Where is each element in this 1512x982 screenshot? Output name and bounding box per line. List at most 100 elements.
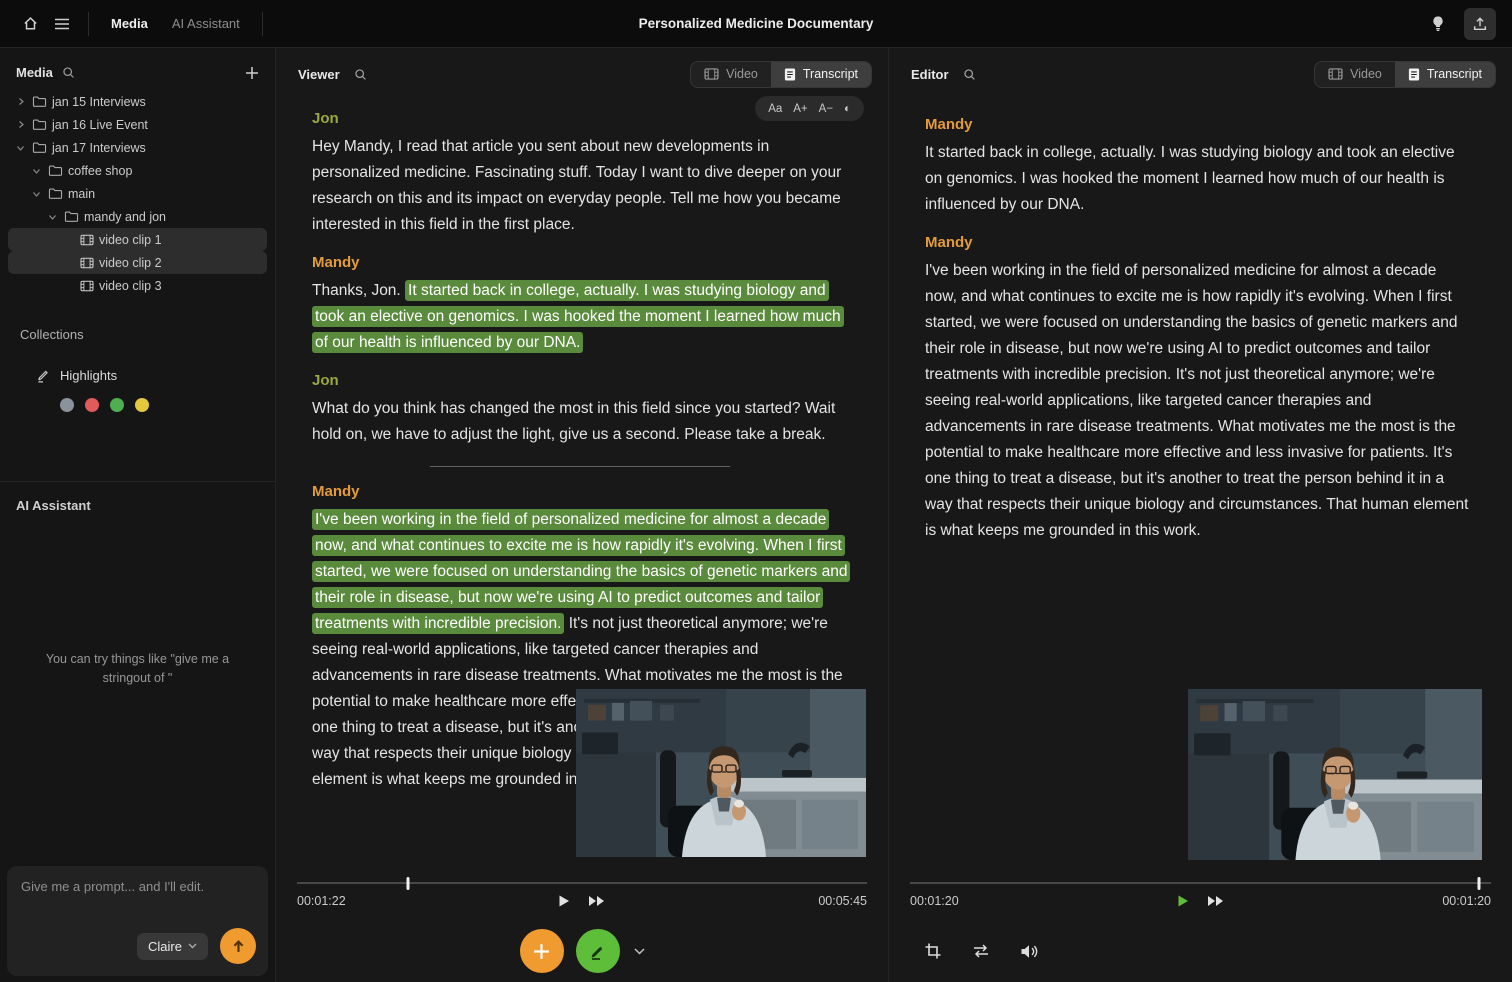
tab-media[interactable]: Media <box>99 10 160 37</box>
highlight-color-dot-0[interactable] <box>60 398 74 412</box>
tab-ai-assistant[interactable]: AI Assistant <box>160 10 252 37</box>
ai-assistant-section: AI Assistant You can try things like "gi… <box>0 481 275 982</box>
play-button[interactable] <box>1176 891 1189 911</box>
speaker-name: Mandy <box>312 483 848 500</box>
toggle-label: Video <box>726 67 758 81</box>
highlight-color-dot-3[interactable] <box>135 398 149 412</box>
chevron-down-icon[interactable] <box>30 167 43 175</box>
editor-playhead[interactable] <box>1478 877 1481 890</box>
editor-toggle-video[interactable]: Video <box>1315 62 1395 87</box>
video-clip-icon <box>80 257 94 269</box>
crop-icon[interactable] <box>921 942 945 960</box>
tree-item-mandy-and-jon[interactable]: mandy and jon <box>8 205 267 228</box>
add-media-button[interactable] <box>245 66 259 80</box>
highlight-button[interactable] <box>576 929 620 973</box>
toggle-label: Transcript <box>1427 67 1482 81</box>
highlight-options-chevron[interactable] <box>634 948 645 955</box>
viewer-toggle-transcript[interactable]: Transcript <box>771 62 871 87</box>
tree-item-label: video clip 1 <box>99 233 162 247</box>
prompt-card[interactable]: Give me a prompt... and I'll edit. Clair… <box>7 866 268 976</box>
chevron-right-icon[interactable] <box>14 120 27 129</box>
editor-video-thumbnail[interactable] <box>1188 689 1482 860</box>
export-button[interactable] <box>1464 8 1496 40</box>
editor-toggle-transcript[interactable]: Transcript <box>1395 62 1495 87</box>
prompt-input[interactable]: Give me a prompt... and I'll edit. <box>21 879 254 894</box>
transcript-text[interactable]: Hey Mandy, I read that article you sent … <box>312 134 848 238</box>
home-icon <box>22 15 39 32</box>
folder-icon <box>32 118 47 131</box>
highlight-color-dot-2[interactable] <box>110 398 124 412</box>
collections-header: Collections <box>20 327 275 342</box>
transcript-segment: MandyThanks, Jon. It started back in col… <box>312 254 848 356</box>
contrast-icon[interactable]: ◐ <box>844 103 851 115</box>
editor-transport: 00:01:20 00:01:20 <box>910 891 1491 913</box>
volume-icon[interactable] <box>1017 944 1041 959</box>
tree-item-video-clip-3[interactable]: video clip 3 <box>8 274 267 297</box>
tree-item-label: jan 16 Live Event <box>52 118 148 132</box>
topbar-divider <box>88 12 89 36</box>
viewer-timeline: 00:01:22 00:05:45 <box>276 874 888 920</box>
tree-item-video-clip-1[interactable]: video clip 1 <box>8 228 267 251</box>
tree-item-main[interactable]: main <box>8 182 267 205</box>
viewer-video-thumbnail[interactable] <box>576 689 866 857</box>
chevron-down-icon[interactable] <box>14 144 27 152</box>
transcript-text[interactable]: I've been working in the field of person… <box>925 258 1472 544</box>
total-time: 00:05:45 <box>818 894 867 908</box>
viewer-title: Viewer <box>298 67 340 82</box>
video-clip-icon <box>80 280 94 292</box>
fast-forward-button[interactable] <box>1206 891 1225 911</box>
send-prompt-button[interactable] <box>220 928 256 964</box>
lightbulb-icon <box>1430 15 1446 32</box>
transcript-text[interactable]: What do you think has changed the most i… <box>312 396 848 448</box>
tree-item-jan-15-interviews[interactable]: jan 15 Interviews <box>8 90 267 113</box>
folder-icon <box>32 95 47 108</box>
transport-buttons <box>1176 891 1225 911</box>
viewer-header: Viewer Video Transcript <box>276 48 888 92</box>
chevron-down-icon[interactable] <box>30 190 43 198</box>
viewer-toggle-video[interactable]: Video <box>691 62 771 87</box>
editor-scrubber[interactable] <box>910 882 1491 884</box>
tree-item-label: jan 17 Interviews <box>52 141 146 155</box>
agent-selector[interactable]: Claire <box>137 933 208 960</box>
toggle-label: Transcript <box>803 67 858 81</box>
home-button[interactable] <box>14 8 46 40</box>
add-to-editor-button[interactable] <box>520 929 564 973</box>
tree-item-video-clip-2[interactable]: video clip 2 <box>8 251 267 274</box>
collection-highlights[interactable]: Highlights <box>36 368 275 383</box>
media-header-label: Media <box>16 65 53 80</box>
topbar-divider <box>262 12 263 36</box>
viewer-scrubber[interactable] <box>297 882 867 884</box>
search-icon[interactable] <box>354 68 367 81</box>
viewer-transport: 00:01:22 00:05:45 <box>297 891 867 913</box>
chevron-down-icon[interactable] <box>46 213 59 221</box>
menu-button[interactable] <box>46 8 78 40</box>
arrow-up-icon <box>231 939 246 954</box>
ideas-button[interactable] <box>1422 8 1454 40</box>
swap-icon[interactable] <box>969 944 993 958</box>
editor-toolbar <box>889 920 1512 982</box>
tree-item-coffee-shop[interactable]: coffee shop <box>8 159 267 182</box>
transcript-segment: MandyIt started back in college, actuall… <box>925 116 1472 218</box>
folder-icon <box>48 164 63 177</box>
highlight-color-dot-1[interactable] <box>85 398 99 412</box>
upload-icon <box>1472 16 1488 32</box>
transcript-text[interactable]: It started back in college, actually. I … <box>925 140 1472 218</box>
tree-item-label: video clip 2 <box>99 256 162 270</box>
tree-item-jan-16-live-event[interactable]: jan 16 Live Event <box>8 113 267 136</box>
editor-header: Editor VideoTranscript <box>889 48 1512 92</box>
font-increase-icon[interactable]: A+ <box>793 103 807 115</box>
tree-item-jan-17-interviews[interactable]: jan 17 Interviews <box>8 136 267 159</box>
font-decrease-icon[interactable]: A− <box>819 103 833 115</box>
hamburger-icon <box>54 18 70 30</box>
search-icon[interactable] <box>963 68 976 81</box>
search-icon[interactable] <box>62 66 75 79</box>
play-button[interactable] <box>558 891 571 911</box>
fast-forward-button[interactable] <box>588 891 607 911</box>
transcript-text[interactable]: Thanks, Jon. It started back in college,… <box>312 278 848 356</box>
chevron-right-icon[interactable] <box>14 97 27 106</box>
tree-item-label: mandy and jon <box>84 210 166 224</box>
viewer-view-toggle: Video Transcript <box>690 61 872 88</box>
text-style-icon[interactable]: Aa <box>768 103 782 115</box>
folder-icon <box>48 187 63 200</box>
viewer-playhead[interactable] <box>407 877 410 890</box>
